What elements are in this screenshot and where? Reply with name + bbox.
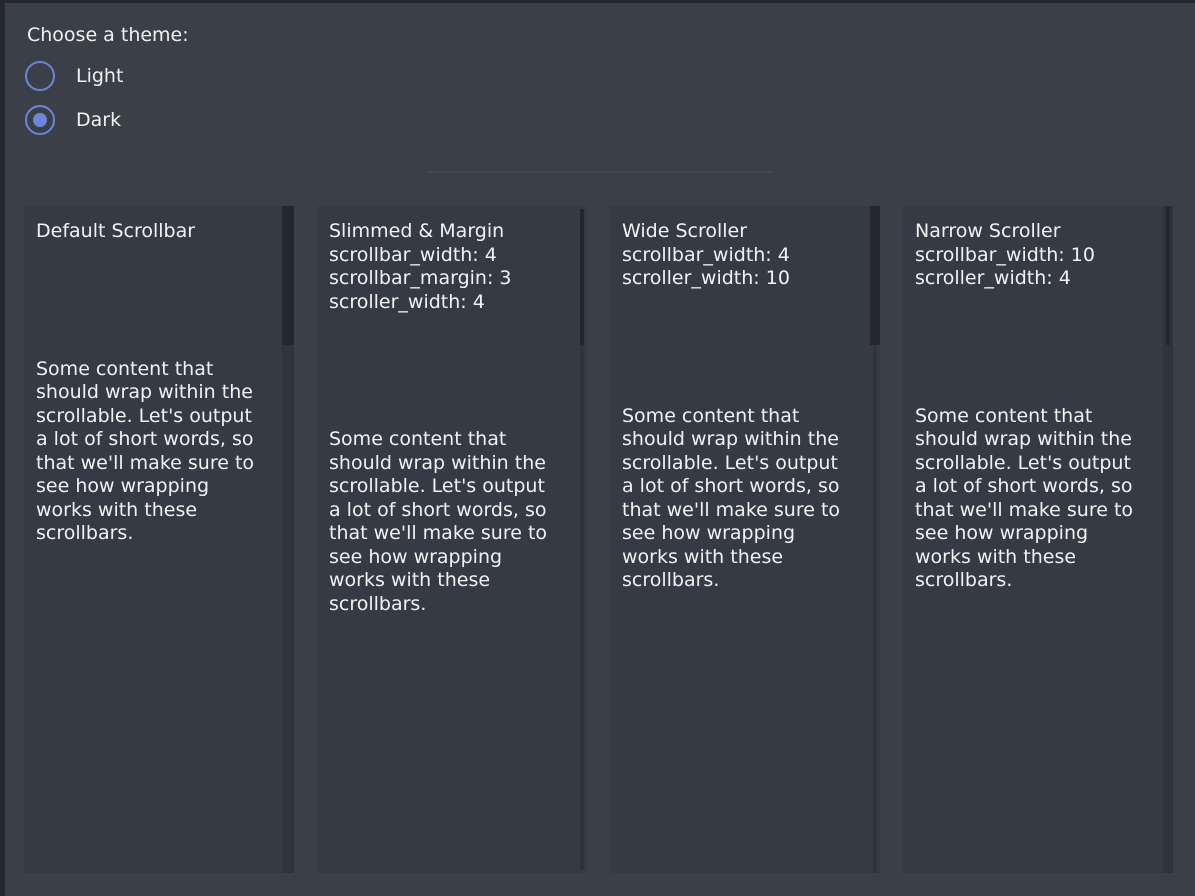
scrollbar-thumb[interactable] (580, 209, 584, 345)
scrollbar-thumb[interactable] (282, 206, 294, 345)
radio-label-light: Light (76, 65, 123, 87)
panel-params: scrollbar_width: 10 scroller_width: 4 (915, 244, 1161, 291)
panel-content-text: Some content that should wrap within the… (36, 358, 282, 546)
scroll-panel-narrow-scroller[interactable]: Narrow Scroller scrollbar_width: 10 scro… (903, 206, 1173, 873)
panel-params: scrollbar_width: 4 scroller_width: 10 (622, 244, 868, 291)
radio-label-dark: Dark (76, 109, 121, 131)
panel-content-text: Some content that should wrap within the… (622, 405, 868, 593)
theme-radio-group: Light Dark (25, 61, 1195, 135)
scroll-panel-wide-scroller[interactable]: Wide Scroller scrollbar_width: 4 scrolle… (610, 206, 880, 873)
panel-title: Default Scrollbar (36, 220, 282, 244)
app-window: Choose a theme: Light Dark Default Scrol… (0, 0, 1195, 896)
radio-option-dark[interactable]: Dark (25, 105, 1195, 135)
panel-title: Narrow Scroller (915, 220, 1161, 244)
panel-title: Wide Scroller (622, 220, 868, 244)
panel-params: scrollbar_width: 4 scrollbar_margin: 3 s… (329, 244, 575, 315)
radio-circle-icon[interactable] (25, 61, 55, 91)
theme-chooser-label: Choose a theme: (27, 25, 1195, 46)
scrollbar-thumb[interactable] (1166, 206, 1170, 345)
panel-content-text: Some content that should wrap within the… (915, 405, 1161, 593)
radio-circle-icon[interactable] (25, 105, 55, 135)
radio-dot-icon (33, 113, 47, 127)
panel-title: Slimmed & Margin (329, 220, 575, 244)
panel-content-text: Some content that should wrap within the… (329, 428, 575, 616)
scrollbar-demo-row: Default Scrollbar Some content that shou… (24, 206, 1195, 873)
scroll-panel-default[interactable]: Default Scrollbar Some content that shou… (24, 206, 294, 873)
radio-option-light[interactable]: Light (25, 61, 1195, 91)
scrollbar-thumb[interactable] (870, 206, 880, 345)
scroll-panel-slimmed-margin[interactable]: Slimmed & Margin scrollbar_width: 4 scro… (317, 206, 587, 873)
horizontal-divider (428, 171, 772, 173)
